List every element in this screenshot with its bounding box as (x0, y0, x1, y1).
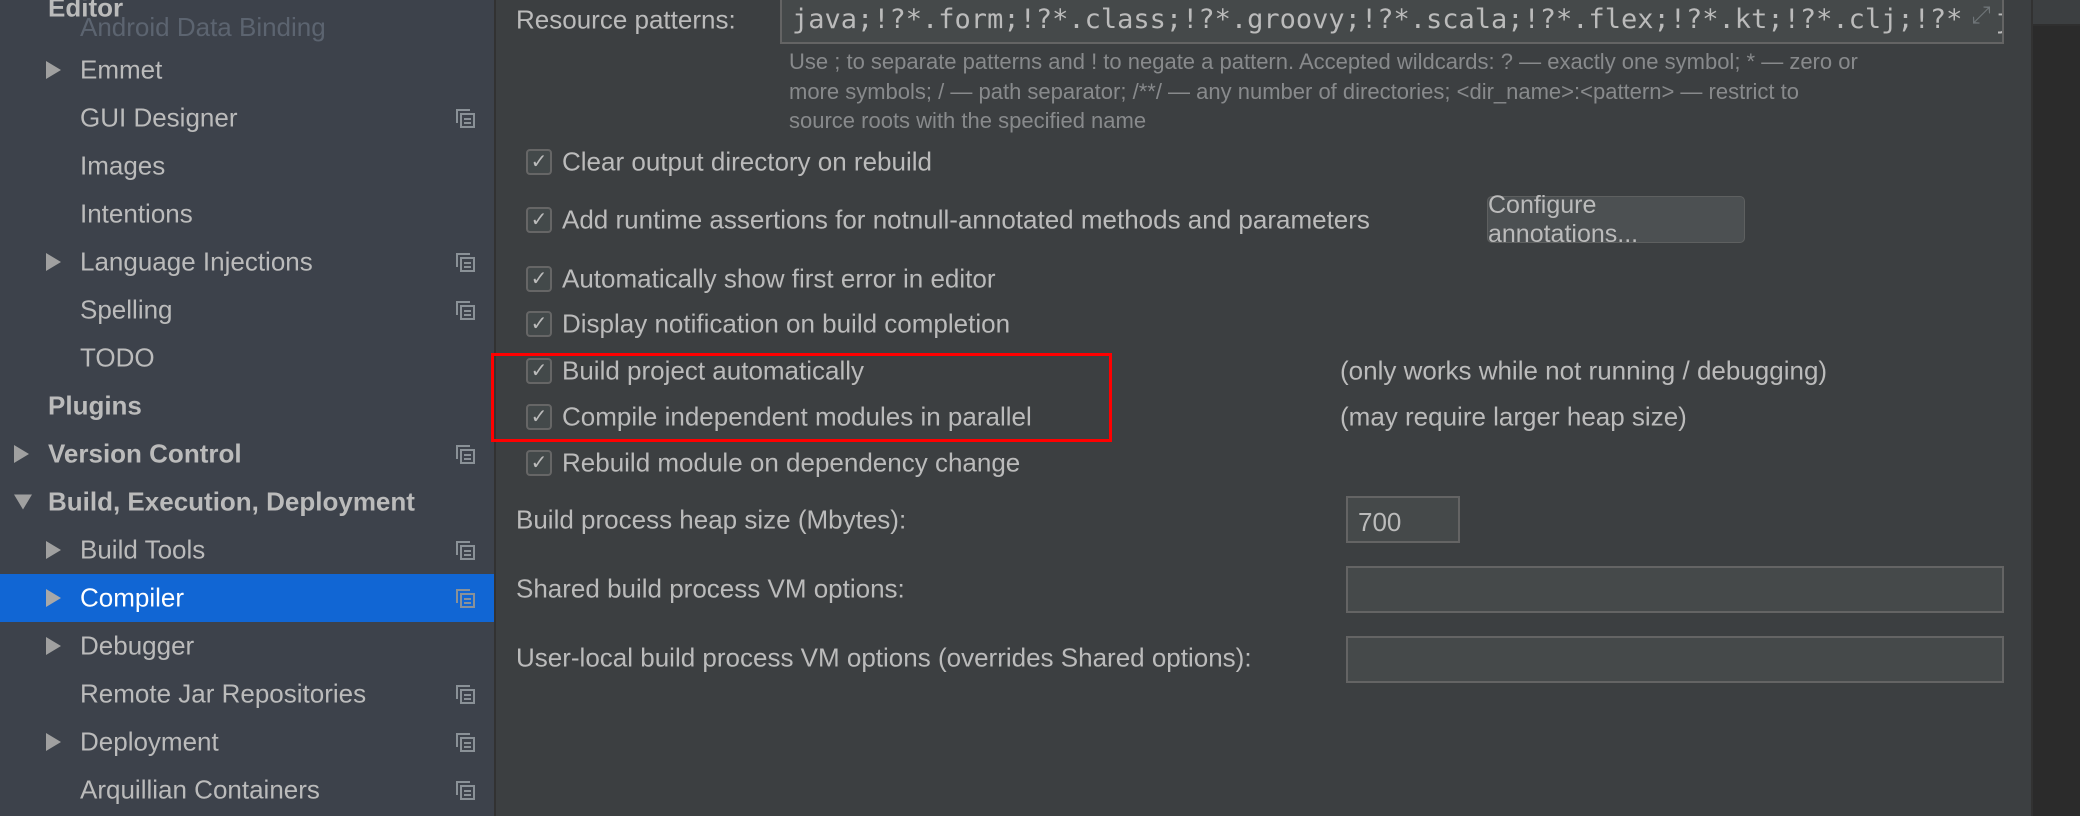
sidebar-item-images[interactable]: Images (0, 142, 494, 190)
checkbox-note: (only works while not running / debuggin… (1340, 355, 1828, 386)
sidebar-item-remote-jar-repositories[interactable]: Remote Jar Repositories (0, 670, 494, 718)
project-level-settings-icon (456, 733, 475, 752)
help-text-line: Use ; to separate patterns and ! to nega… (789, 49, 1858, 74)
chevron-right-icon[interactable] (46, 733, 61, 751)
project-level-settings-icon (456, 253, 475, 272)
project-level-settings-icon (456, 781, 475, 800)
checkbox[interactable]: ✓ (526, 266, 552, 292)
sidebar-item-label: GUI Designer (80, 102, 238, 133)
user-vm-options-input[interactable] (1346, 636, 2004, 683)
checkbox-note: (may require larger heap size) (1340, 401, 1687, 432)
resource-patterns-label: Resource patterns: (516, 4, 736, 35)
heap-size-label: Build process heap size (Mbytes): (516, 504, 907, 535)
help-text-line: more symbols; / — path separator; /**/ —… (789, 79, 1800, 104)
sidebar-item-todo[interactable]: TODO (0, 334, 494, 382)
sidebar-item-label: Spelling (80, 294, 173, 325)
sidebar-item-label: Deployment (80, 726, 219, 757)
sidebar-item-label: Compiler (80, 582, 185, 613)
project-level-settings-icon (456, 541, 475, 560)
sidebar-item-label: Emmet (80, 54, 163, 85)
sidebar-item-editor[interactable]: Editor (0, 0, 494, 32)
project-level-settings-icon (456, 589, 475, 608)
sidebar-item-label: Intentions (80, 198, 193, 229)
checkbox-label[interactable]: Clear output directory on rebuild (562, 147, 932, 178)
checkbox-label[interactable]: Add runtime assertions for notnull-annot… (562, 205, 1370, 236)
chevron-right-icon[interactable] (46, 589, 61, 607)
project-level-settings-icon (456, 445, 475, 464)
heap-size-input[interactable]: 700 (1346, 496, 1460, 543)
sidebar-item-label: TODO (80, 342, 155, 373)
sidebar-item-label: Version Control (48, 438, 242, 469)
chevron-right-icon[interactable] (14, 445, 29, 463)
chevron-down-icon[interactable] (14, 494, 32, 510)
sidebar-item-build-execution-deployment[interactable]: Build, Execution, Deployment (0, 478, 494, 526)
sidebar-item-label: Plugins (48, 390, 142, 421)
sidebar-item-label: Debugger (80, 630, 195, 661)
sidebar-item-label: Build Tools (80, 534, 206, 565)
checkbox[interactable]: ✓ (526, 450, 552, 476)
sidebar-item-debugger[interactable]: Debugger (0, 622, 494, 670)
sidebar-item-compiler[interactable]: Compiler (0, 574, 494, 622)
sidebar-item-plugins[interactable]: Plugins (0, 382, 494, 430)
shared-vm-options-input[interactable] (1346, 566, 2004, 613)
project-level-settings-icon (456, 109, 475, 128)
sidebar-item-build-tools[interactable]: Build Tools (0, 526, 494, 574)
sidebar-item-label: Images (80, 150, 166, 181)
sidebar-item-label: Arquillian Containers (80, 774, 320, 805)
sidebar-item-label: Language Injections (80, 246, 313, 277)
right-edge-panel (2031, 0, 2080, 816)
sidebar-item-label: Remote Jar Repositories (80, 678, 367, 709)
checkbox[interactable]: ✓ (526, 149, 552, 175)
sidebar-item-label: Build, Execution, Deployment (48, 486, 415, 517)
user-vm-options-label: User-local build process VM options (ove… (516, 642, 1252, 673)
configure-annotations-button[interactable]: Configure annotations... (1487, 191, 1745, 248)
sidebar-item-gui-designer[interactable]: GUI Designer (0, 94, 494, 142)
compiler-settings-panel: Resource patterns: java;!?*.form;!?*.cla… (491, 0, 2031, 816)
chevron-right-icon[interactable] (46, 253, 61, 271)
sidebar-item-language-injections[interactable]: Language Injections (0, 238, 494, 286)
project-level-settings-icon (456, 301, 475, 320)
sidebar-item-emmet[interactable]: Emmet (0, 46, 494, 94)
shared-vm-options-label: Shared build process VM options: (516, 573, 905, 604)
sidebar-item-spelling[interactable]: Spelling (0, 286, 494, 334)
settings-tree: Android Data Binding Editor Emmet GUI Desi… (0, 0, 496, 816)
sidebar-item-label: Editor (48, 0, 124, 23)
checkbox[interactable]: ✓ (526, 207, 552, 233)
sidebar-item-deployment[interactable]: Deployment (0, 718, 494, 766)
help-text-line: source roots with the specified name (789, 108, 1147, 133)
heap-size-value: 700 (1358, 507, 1402, 537)
resource-patterns-value: java;!?*.form;!?*.class;!?*.groovy;!?*.s… (792, 4, 2004, 35)
checkbox-label[interactable]: Rebuild module on dependency change (562, 448, 1020, 479)
chevron-right-icon[interactable] (46, 637, 61, 655)
checkbox-label[interactable]: Automatically show first error in editor (562, 264, 995, 295)
sidebar-item-arquillian-containers[interactable]: Arquillian Containers (0, 766, 494, 814)
checkbox-label[interactable]: Display notification on build completion (562, 309, 1010, 340)
resource-patterns-input[interactable]: java;!?*.form;!?*.class;!?*.groovy;!?*.s… (780, 0, 2004, 44)
sidebar-item-intentions[interactable]: Intentions (0, 190, 494, 238)
expand-icon[interactable]: ⤢ (1964, 2, 1998, 38)
sidebar-item-version-control[interactable]: Version Control (0, 430, 494, 478)
project-level-settings-icon (456, 685, 475, 704)
chevron-right-icon[interactable] (46, 61, 61, 79)
highlight-box (491, 353, 1112, 442)
chevron-right-icon[interactable] (46, 541, 61, 559)
checkbox[interactable]: ✓ (526, 311, 552, 337)
